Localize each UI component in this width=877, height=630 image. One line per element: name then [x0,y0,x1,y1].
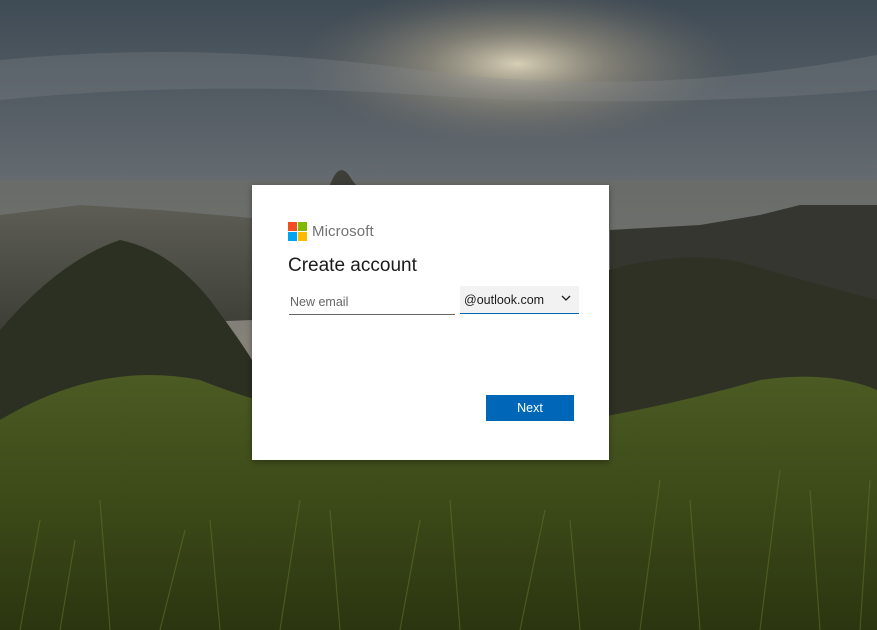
next-button[interactable]: Next [486,395,574,421]
logo-square-green [298,221,307,231]
microsoft-logo: Microsoft [288,221,374,241]
new-email-input[interactable] [289,290,455,315]
microsoft-squares-icon [288,221,307,241]
logo-text: Microsoft [312,222,374,240]
domain-select[interactable]: @outlook.com [460,286,579,314]
create-account-dialog: Microsoft Create account @outlook.com Ne… [252,185,609,460]
domain-select-value: @outlook.com [464,292,545,307]
logo-square-red [288,221,297,231]
logo-square-blue [288,231,297,241]
page-title: Create account [288,255,417,276]
chevron-down-icon [561,295,571,301]
logo-square-yellow [298,231,307,241]
